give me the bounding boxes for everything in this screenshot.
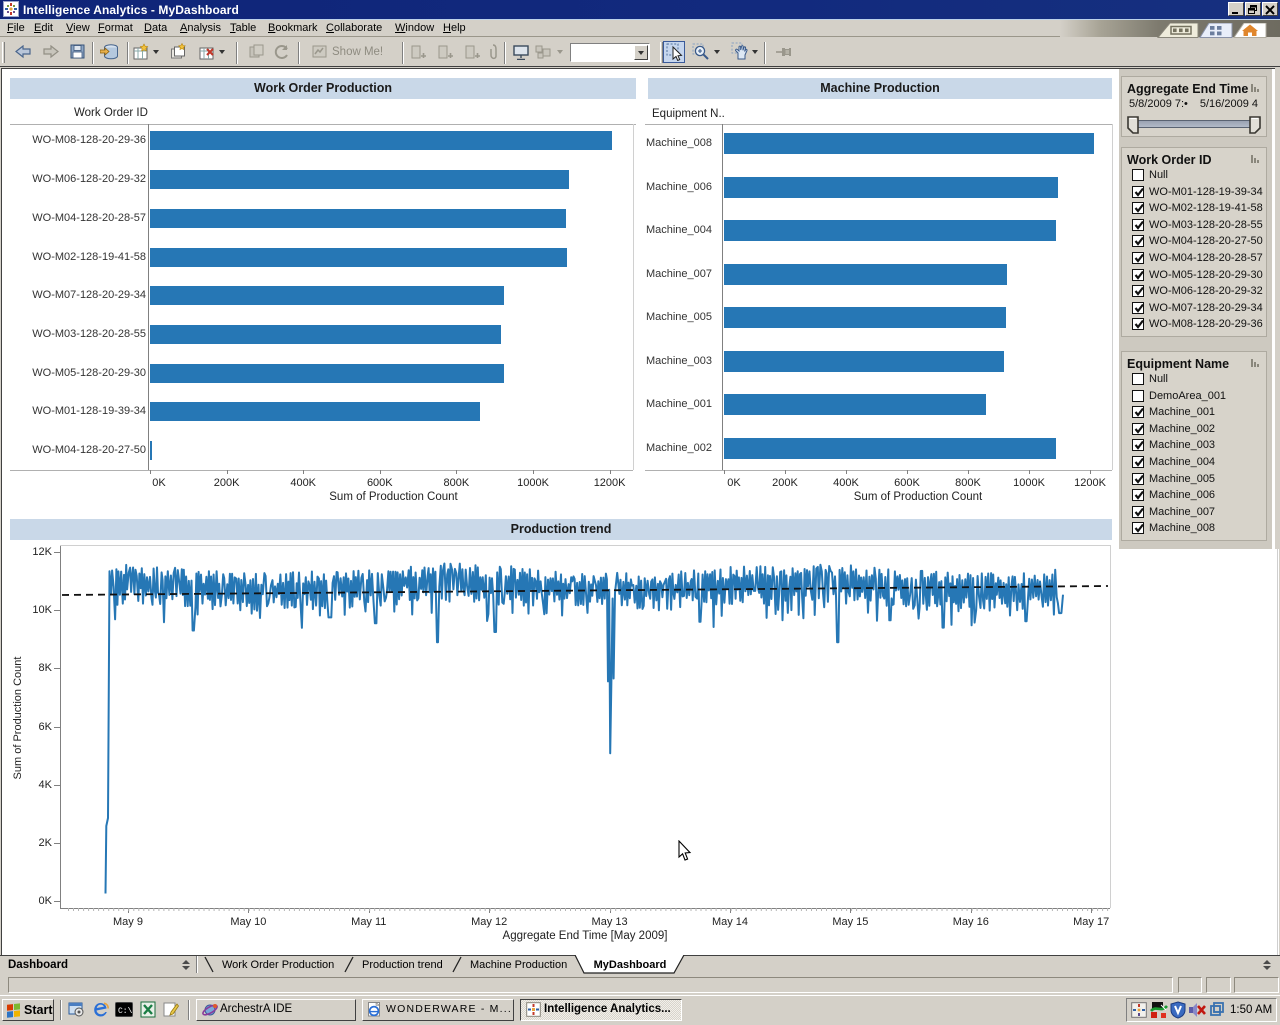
svg-text:C:\: C:\ — [118, 1007, 133, 1016]
